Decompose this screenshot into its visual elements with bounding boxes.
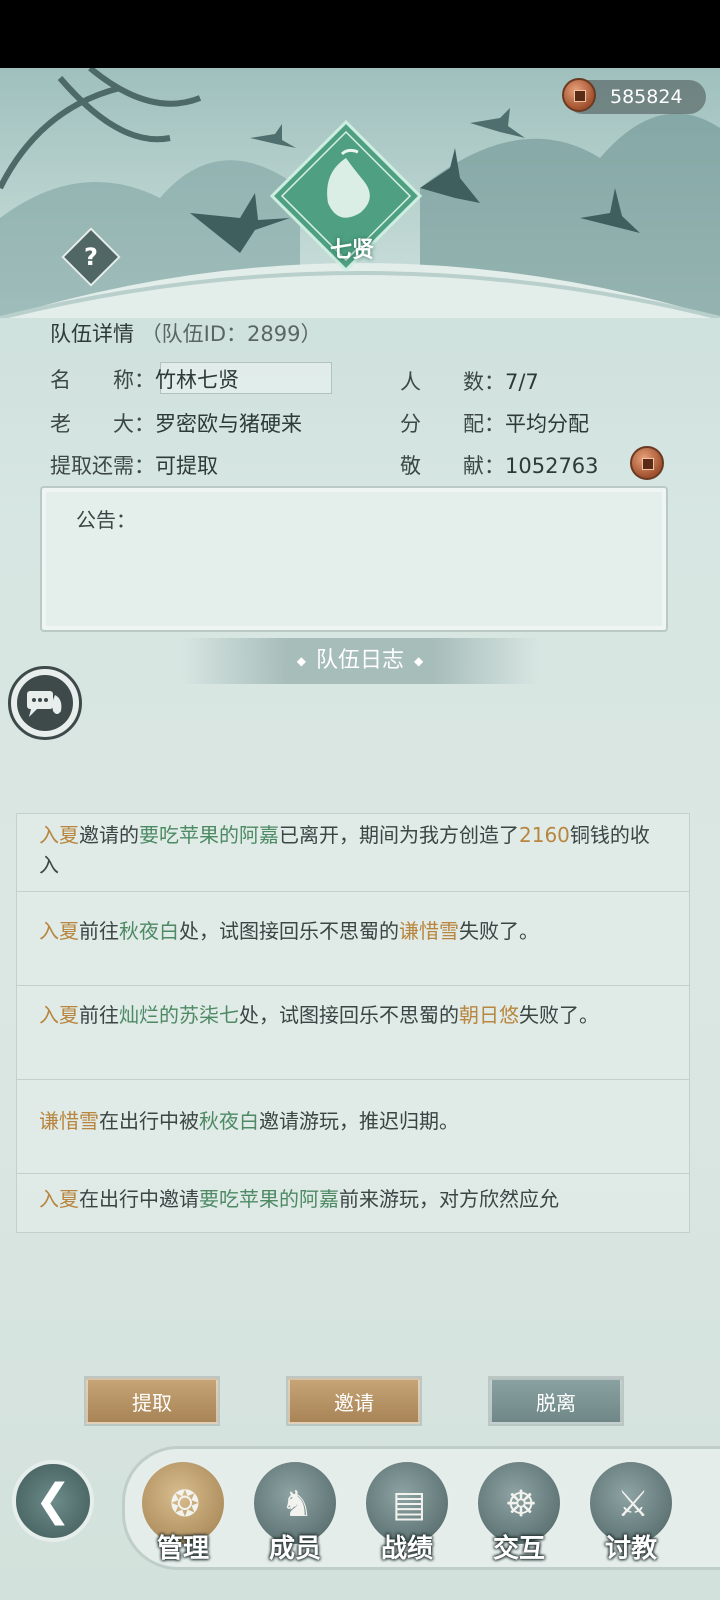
player-name: 朝日悠	[459, 1003, 519, 1027]
withdraw-button[interactable]: 提取	[84, 1376, 220, 1426]
log-text: 邀请的	[79, 823, 139, 847]
player-name: 谦惜雪	[39, 1109, 99, 1133]
log-entry: 入夏在出行中邀请要吃苹果的阿嘉前来游玩，对方欣然应允	[17, 1174, 689, 1232]
team-id: （队伍ID：2899）	[140, 322, 322, 346]
chat-button[interactable]	[8, 666, 82, 740]
invite-button[interactable]: 邀请	[286, 1376, 422, 1426]
player-name: 2160	[519, 823, 570, 847]
withdraw-row: 提取还需：可提取	[50, 450, 218, 480]
leader-label: 老 大：	[50, 412, 155, 436]
status-bar	[0, 0, 720, 68]
contribution-coin-icon[interactable]	[630, 446, 664, 480]
back-button[interactable]: ❮	[12, 1460, 94, 1542]
visitor-name: 秋夜白	[119, 919, 179, 943]
leave-button[interactable]: 脱离	[488, 1376, 624, 1426]
log-text: 前来游玩，对方欣然应允	[339, 1187, 559, 1211]
team-name-row: 名 称：竹林七贤	[50, 364, 239, 394]
notice-label: 公告：	[76, 508, 136, 532]
player-name: 入夏	[39, 823, 79, 847]
tab-interact-label: 交互	[492, 1534, 545, 1564]
log-entry: 谦惜雪在出行中被秋夜白邀请游玩，推迟归期。	[17, 1080, 689, 1174]
player-name: 入夏	[39, 1003, 79, 1027]
contribution-row: 敬 献：1052763	[400, 450, 599, 480]
tab-duel[interactable]: ⚔ 讨教	[588, 1460, 674, 1570]
contribution-label: 敬 献：	[400, 454, 505, 478]
diamond-icon: ◆	[296, 654, 306, 668]
team-log-list[interactable]: 入夏邀请的要吃苹果的阿嘉已离开，期间为我方创造了2160铜钱的收入 入夏前往秋夜白…	[16, 813, 690, 1233]
question-icon: ?	[84, 243, 98, 271]
notice-board: 公告：	[40, 486, 668, 632]
withdraw-status: 可提取	[155, 454, 218, 478]
currency-display: 585824	[562, 78, 706, 114]
log-text: 处，试图接回乐不思蜀的	[239, 1003, 459, 1027]
log-text: 失败了。	[519, 1003, 599, 1027]
member-count-row: 人 数：7/7	[400, 366, 539, 396]
title-text: 队伍详情	[50, 322, 134, 346]
distribution-value: 平均分配	[505, 412, 589, 436]
emblem-name: 七贤	[329, 237, 374, 263]
player-name: 谦惜雪	[399, 919, 459, 943]
tab-manage[interactable]: ❂ 管理	[140, 1460, 226, 1570]
member-count: 7/7	[505, 370, 539, 394]
visitor-name: 要吃苹果的阿嘉	[199, 1187, 339, 1211]
log-text: 前往	[79, 919, 119, 943]
log-entry: 入夏邀请的要吃苹果的阿嘉已离开，期间为我方创造了2160铜钱的收入	[17, 814, 689, 892]
name-label: 名 称：	[50, 368, 155, 392]
player-name: 入夏	[39, 919, 79, 943]
distribution-label: 分 配：	[400, 412, 505, 436]
log-entry: 入夏前往灿烂的苏柒七处，试图接回乐不思蜀的朝日悠失败了。	[17, 986, 689, 1080]
tab-interact[interactable]: ☸ 交互	[476, 1460, 562, 1570]
log-entry: 入夏前往秋夜白处，试图接回乐不思蜀的谦惜雪失败了。	[17, 892, 689, 986]
tab-duel-label: 讨教	[604, 1534, 657, 1564]
team-details-title: 队伍详情 （队伍ID：2899）	[50, 318, 322, 348]
currency-amount: 585824	[610, 86, 683, 108]
visitor-name: 秋夜白	[199, 1109, 259, 1133]
team-screen: 585824 七贤 ? 队伍详情 （队伍ID：2899） 名 称：竹林七贤 人 …	[0, 68, 720, 1600]
tab-records-label: 战绩	[380, 1534, 433, 1564]
tab-members[interactable]: ♞ 成员	[252, 1460, 338, 1570]
log-text: 在出行中被	[99, 1109, 199, 1133]
leader-row: 老 大：罗密欧与猪硬来	[50, 408, 302, 438]
tab-records[interactable]: ▤ 战绩	[364, 1460, 450, 1570]
log-text: 邀请游玩，推迟归期。	[259, 1109, 459, 1133]
log-text: 前往	[79, 1003, 119, 1027]
withdraw-label: 提取还需：	[50, 454, 155, 478]
log-text: 已离开，期间为我方创造了	[279, 823, 519, 847]
team-log-header: ◆ 队伍日志 ◆	[180, 638, 540, 684]
distribution-row: 分 配：平均分配	[400, 408, 589, 438]
diamond-icon: ◆	[414, 654, 424, 668]
back-arrow-icon: ❮	[34, 1475, 72, 1526]
count-label: 人 数：	[400, 370, 505, 394]
tab-manage-label: 管理	[156, 1534, 209, 1564]
team-log-title: 队伍日志	[315, 648, 404, 673]
player-name: 入夏	[39, 1187, 79, 1211]
log-text: 处，试图接回乐不思蜀的	[179, 919, 399, 943]
visitor-name: 要吃苹果的阿嘉	[139, 823, 279, 847]
visitor-name: 灿烂的苏柒七	[119, 1003, 239, 1027]
chat-bubble-icon	[17, 675, 73, 731]
tab-members-label: 成员	[268, 1534, 321, 1564]
coin-icon	[562, 78, 596, 112]
log-text: 在出行中邀请	[79, 1187, 199, 1211]
leader-name: 罗密欧与猪硬来	[155, 412, 302, 436]
contribution-value: 1052763	[505, 454, 599, 478]
team-name: 竹林七贤	[155, 368, 239, 392]
log-text: 失败了。	[459, 919, 539, 943]
